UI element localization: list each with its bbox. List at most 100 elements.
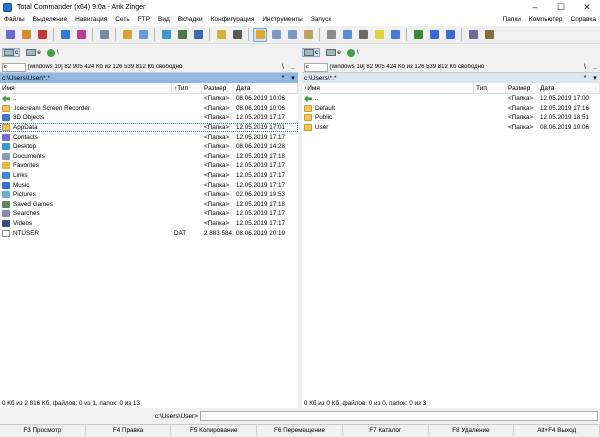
file-row[interactable]: Videos<Папка>12.05.2019 17:17 xyxy=(0,219,298,229)
copy-names-icon[interactable] xyxy=(341,29,353,41)
right-root-button[interactable]: \ xyxy=(580,64,590,71)
network-icon[interactable] xyxy=(176,29,188,41)
left-drive-combo[interactable]: c xyxy=(2,63,26,72)
menu-item[interactable]: Папки xyxy=(499,14,525,26)
folder-tree-icon[interactable] xyxy=(215,29,227,41)
right-col-name[interactable]: ↑Имя xyxy=(302,83,474,94)
file-row[interactable]: AppData<Папка>12.05.2019 17:01 xyxy=(0,123,298,133)
drive-button-e[interactable]: e xyxy=(26,49,41,56)
fkey-button[interactable]: F6 Перемещение xyxy=(257,425,343,436)
left-col-type[interactable]: ↑Тип xyxy=(172,83,202,94)
compare-icon[interactable] xyxy=(428,29,440,41)
menu-item[interactable]: Вид xyxy=(154,14,174,26)
left-col-size[interactable]: Размер xyxy=(202,83,234,94)
full-view-icon[interactable] xyxy=(270,29,282,41)
gear-double-icon[interactable] xyxy=(20,29,32,41)
right-up-button[interactable]: .. xyxy=(590,64,600,71)
plugin-icon[interactable] xyxy=(231,29,243,41)
fkey-button[interactable]: Alt+F4 Выход xyxy=(514,425,600,436)
menu-item[interactable]: Файлы xyxy=(0,14,29,26)
file-row[interactable]: Public<Папка>12.05.2019 18:51 xyxy=(302,113,600,123)
file-row[interactable]: ..<Папка>08.06.2019 10:06 xyxy=(0,94,298,104)
file-row[interactable]: Default<Папка>12.05.2019 17:16 xyxy=(302,104,600,114)
gear-icon[interactable] xyxy=(4,29,16,41)
settings-icon[interactable] xyxy=(483,29,495,41)
gear-icon-glyph xyxy=(6,30,15,39)
brief-view-icon[interactable] xyxy=(254,29,266,41)
left-hotlist-button[interactable]: ▾ xyxy=(288,74,298,82)
menu-item[interactable]: FTP xyxy=(134,14,154,26)
docs-icon[interactable] xyxy=(373,29,385,41)
left-up-button[interactable]: .. xyxy=(288,64,298,71)
right-col-date[interactable]: Дата xyxy=(538,83,600,94)
menu-item[interactable]: Конфигурация xyxy=(207,14,259,26)
menu-item[interactable]: Сеть xyxy=(111,14,133,26)
fkey-button[interactable]: F5 Копирование xyxy=(171,425,257,436)
file-name-cell: User xyxy=(302,124,476,131)
refresh-icon[interactable] xyxy=(59,29,71,41)
command-input[interactable] xyxy=(200,411,598,421)
network-drive-button[interactable]: \ xyxy=(47,49,59,57)
menu-item[interactable]: Инструменты xyxy=(258,14,307,26)
fkey-button[interactable]: F7 Каталог xyxy=(343,425,429,436)
minimize-button[interactable]: – xyxy=(522,0,548,14)
drive-button-c[interactable]: c xyxy=(302,48,320,57)
file-row[interactable]: Pictures<Папка>02.06.2019 19:53 xyxy=(0,190,298,200)
split-icon[interactable] xyxy=(444,29,456,41)
file-name-cell: 3D Objects xyxy=(0,114,174,121)
left-col-date[interactable]: Дата xyxy=(234,83,298,94)
network-drive-button[interactable]: \ xyxy=(347,49,359,57)
right-path-bar[interactable]: c:\Users\*.* * ▾ xyxy=(302,73,600,83)
file-row[interactable]: Music<Папка>12.05.2019 17:17 xyxy=(0,180,298,190)
right-drive-combo[interactable]: c xyxy=(304,63,328,72)
left-root-button[interactable]: \ xyxy=(278,64,288,71)
unpack-icon[interactable] xyxy=(137,29,149,41)
ftp-icon[interactable] xyxy=(192,29,204,41)
close-button[interactable]: ✕ xyxy=(574,0,600,14)
file-row[interactable]: Saved Games<Папка>12.05.2019 17:18 xyxy=(0,200,298,210)
file-row[interactable]: Desktop<Папка>08.06.2019 14:28 xyxy=(0,142,298,152)
file-row[interactable]: NTUSERDAT2 883 58408.06.2019 20:19 xyxy=(0,228,298,238)
list-icon[interactable] xyxy=(389,29,401,41)
menu-item[interactable]: Компьютер xyxy=(525,14,567,26)
left-path-bar[interactable]: c:\Users\User\*.* * ▾ xyxy=(0,73,298,83)
maximize-button[interactable]: ☐ xyxy=(548,0,574,14)
filter-icon[interactable] xyxy=(325,29,337,41)
file-row[interactable]: 3D Objects<Папка>12.05.2019 17:17 xyxy=(0,113,298,123)
file-row[interactable]: Favorites<Папка>12.05.2019 17:17 xyxy=(0,161,298,171)
tree-view-icon[interactable] xyxy=(286,29,298,41)
left-history-button[interactable]: * xyxy=(278,75,288,82)
sync-icon[interactable] xyxy=(75,29,87,41)
right-col-type[interactable]: Тип xyxy=(474,83,506,94)
tools-icon[interactable] xyxy=(467,29,479,41)
star-icon[interactable] xyxy=(160,29,172,41)
file-row[interactable]: User<Папка>08.06.2019 10:06 xyxy=(302,123,600,133)
fkey-button[interactable]: F3 Просмотр xyxy=(0,425,86,436)
pack-icon[interactable] xyxy=(121,29,133,41)
file-row[interactable]: Links<Папка>12.05.2019 17:17 xyxy=(0,171,298,181)
menu-item[interactable]: Вкладки xyxy=(174,14,207,26)
file-row[interactable]: Documents<Папка>12.05.2019 17:18 xyxy=(0,152,298,162)
drive-button-c[interactable]: c xyxy=(2,48,20,57)
right-history-button[interactable]: * xyxy=(580,75,590,82)
disk-icon[interactable] xyxy=(412,29,424,41)
menu-item[interactable]: Навигация xyxy=(71,14,111,26)
right-col-size[interactable]: Размер xyxy=(506,83,538,94)
fkey-button[interactable]: F4 Правка xyxy=(86,425,172,436)
drive-button-e[interactable]: e xyxy=(326,49,341,56)
search-icon[interactable] xyxy=(98,29,110,41)
menu-item[interactable]: Справка xyxy=(567,14,600,26)
notepad-icon[interactable] xyxy=(357,29,369,41)
menu-item[interactable]: Запуск xyxy=(307,14,335,26)
thumbs-view-icon[interactable] xyxy=(302,29,314,41)
gear-red-icon[interactable] xyxy=(36,29,48,41)
fkey-button[interactable]: F8 Удаление xyxy=(429,425,515,436)
file-row[interactable]: Contacts<Папка>12.05.2019 17:17 xyxy=(0,132,298,142)
right-hotlist-button[interactable]: ▾ xyxy=(590,74,600,82)
left-col-name[interactable]: Имя xyxy=(0,83,172,94)
file-row[interactable]: Searches<Папка>12.05.2019 17:17 xyxy=(0,209,298,219)
file-name: Pictures xyxy=(13,191,36,198)
menu-item[interactable]: Выделение xyxy=(29,14,71,26)
file-row[interactable]: ..<Папка>12.05.2019 17:00 xyxy=(302,94,600,104)
file-row[interactable]: .Icecream Screen Recorder<Папка>08.06.20… xyxy=(0,104,298,114)
